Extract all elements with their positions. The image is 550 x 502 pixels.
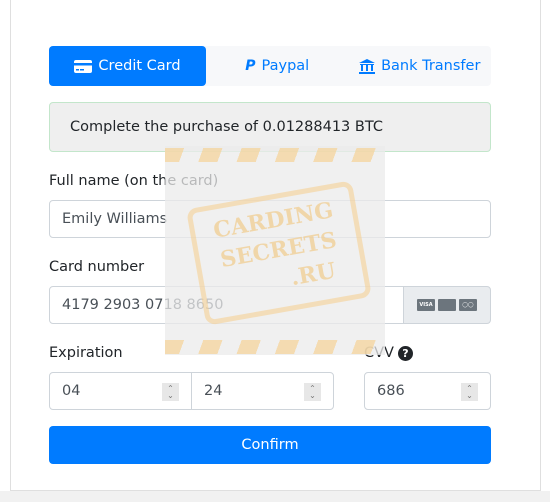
tab-credit-card[interactable]: Credit Card: [49, 46, 206, 86]
full-name-value: Emily Williams: [62, 211, 168, 227]
exp-year-input[interactable]: 24 ⌃ ⌄: [191, 372, 334, 410]
spinner-icon[interactable]: ⌃ ⌄: [461, 383, 478, 401]
full-name-input[interactable]: Emily Williams: [49, 200, 491, 238]
mastercard-icon: ◯◯: [459, 299, 477, 311]
card-number-value: 4179 2903 0718 8650: [62, 297, 224, 313]
tab-paypal[interactable]: P Paypal: [206, 46, 349, 86]
tab-label: Credit Card: [98, 58, 181, 74]
spinner-icon[interactable]: ⌃ ⌄: [304, 383, 321, 401]
alert-text: Complete the purchase of 0.01288413 BTC: [70, 119, 383, 135]
page-footer-bar: [0, 491, 550, 502]
purchase-alert: Complete the purchase of 0.01288413 BTC: [49, 102, 491, 152]
confirm-button[interactable]: Confirm: [49, 426, 491, 464]
spinner-icon[interactable]: ⌃ ⌄: [162, 383, 179, 401]
bank-icon: [359, 58, 376, 74]
amex-icon: [438, 299, 456, 311]
full-name-label: Full name (on the card): [49, 173, 219, 189]
cvv-label: CVV?: [364, 345, 413, 361]
credit-card-icon: [74, 59, 93, 73]
card-number-input[interactable]: 4179 2903 0718 8650: [49, 286, 404, 324]
payment-method-tabs: Credit Card P Paypal Bank Transfer: [49, 46, 491, 86]
exp-month-input[interactable]: 04 ⌃ ⌄: [49, 372, 192, 410]
paypal-icon: P: [245, 58, 256, 74]
tab-label: Bank Transfer: [381, 58, 481, 74]
exp-year-value: 24: [204, 383, 223, 399]
card-brands: VISA ◯◯: [403, 286, 491, 324]
tab-bank-transfer[interactable]: Bank Transfer: [349, 46, 492, 86]
cvv-label-text: CVV: [364, 345, 394, 361]
cvv-input[interactable]: 686 ⌃ ⌄: [364, 372, 491, 410]
tab-label: Paypal: [261, 58, 310, 74]
expiration-label: Expiration: [49, 345, 123, 361]
card-number-label: Card number: [49, 259, 145, 275]
question-circle-icon[interactable]: ?: [397, 345, 413, 361]
cvv-value: 686: [377, 383, 405, 399]
visa-icon: VISA: [417, 299, 435, 311]
exp-month-value: 04: [62, 383, 81, 399]
